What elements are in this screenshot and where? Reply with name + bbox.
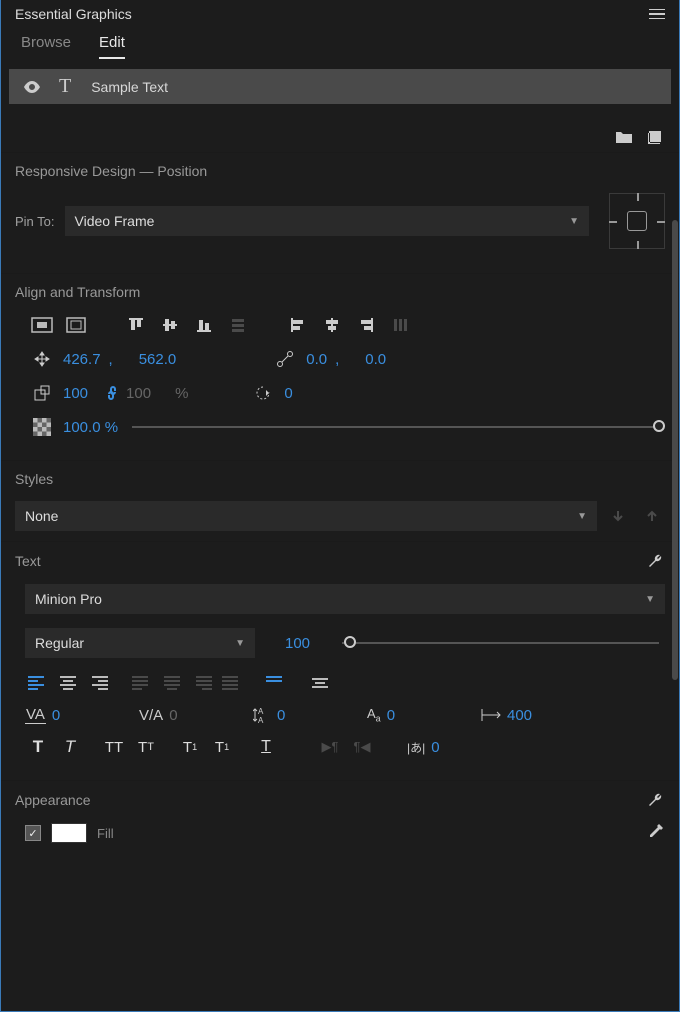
scale-y-value: 100 (126, 385, 151, 402)
chevron-down-icon: ▼ (577, 511, 587, 522)
baseline-icon: Aa (367, 706, 381, 724)
distribute-v-icon (225, 314, 251, 336)
align-left-icon[interactable] (285, 314, 311, 336)
chevron-down-icon: ▼ (235, 638, 245, 649)
kerning-icon: VA (25, 706, 46, 724)
styles-heading: Styles (15, 471, 665, 487)
font-weight-value: Regular (35, 635, 84, 651)
font-family-dropdown[interactable]: Minion Pro ▼ (25, 584, 665, 614)
opacity-slider[interactable] (132, 426, 659, 428)
wrench-icon[interactable] (647, 552, 665, 570)
tab-edit[interactable]: Edit (99, 28, 125, 59)
justify-all-icon (219, 672, 245, 694)
justify-last-right-icon (189, 672, 215, 694)
smallcaps-icon[interactable]: TT (133, 736, 159, 758)
new-folder-icon[interactable] (615, 130, 633, 144)
appearance-heading: Appearance (15, 792, 91, 808)
scale-icon (29, 382, 55, 404)
opacity-value[interactable]: 100.0 % (63, 419, 118, 436)
superscript-icon[interactable]: T1 (177, 736, 203, 758)
italic-icon[interactable]: T (57, 736, 83, 758)
text-heading: Text (15, 553, 41, 569)
justify-last-center-icon (159, 672, 185, 694)
percent-label: % (175, 385, 188, 402)
font-size-value[interactable]: 100 (285, 635, 310, 652)
position-y[interactable]: 562.0 (139, 351, 177, 368)
ltr-icon: ▶¶ (317, 736, 343, 758)
tsume2-value[interactable]: 0 (431, 739, 439, 756)
tsume2-icon: |あ| (407, 739, 425, 756)
svg-text:A: A (258, 707, 264, 716)
pin-to-value: Video Frame (75, 213, 155, 229)
anchor-y[interactable]: 0.0 (365, 351, 386, 368)
style-push-up-icon (639, 505, 665, 527)
position-icon (29, 348, 55, 370)
font-size-slider[interactable] (342, 642, 659, 644)
align-vmiddle-icon[interactable] (157, 314, 183, 336)
allcaps-icon[interactable]: TT (101, 736, 127, 758)
tracking-value[interactable]: 0 (169, 707, 177, 724)
tsume-value[interactable]: 400 (507, 707, 532, 724)
underline-icon[interactable]: T (253, 736, 279, 758)
fill-label: Fill (97, 826, 114, 841)
scrollbar[interactable] (672, 220, 678, 680)
distribute-h-icon (387, 314, 413, 336)
link-scale-icon[interactable] (106, 384, 118, 402)
anchor-x[interactable]: 0.0 (306, 351, 327, 368)
layer-name[interactable]: Sample Text (91, 79, 168, 95)
pin-to-label: Pin To: (15, 214, 55, 229)
panel-title: Essential Graphics (15, 6, 132, 22)
align-heading: Align and Transform (15, 284, 665, 300)
rotation-value[interactable]: 0 (284, 385, 292, 402)
new-layer-icon[interactable] (647, 130, 663, 144)
anchor-icon (272, 348, 298, 370)
align-top-icon[interactable] (123, 314, 149, 336)
tab-stops-icon[interactable] (307, 672, 333, 694)
responsive-heading: Responsive Design — Position (15, 163, 665, 179)
visibility-eye-icon[interactable] (23, 81, 39, 93)
layer-row[interactable]: T Sample Text (9, 69, 671, 104)
font-weight-dropdown[interactable]: Regular ▼ (25, 628, 255, 658)
kerning-value[interactable]: 0 (52, 707, 60, 724)
align-target-clip-icon[interactable] (29, 314, 55, 336)
align-hcenter-icon[interactable] (319, 314, 345, 336)
pin-target-widget[interactable] (609, 193, 665, 249)
tsume-icon (481, 708, 501, 722)
font-family-value: Minion Pro (35, 591, 102, 607)
leading-icon: AA (253, 706, 271, 724)
align-bottom-icon[interactable] (191, 314, 217, 336)
tracking-icon: V/A (139, 707, 163, 724)
position-x[interactable]: 426.7 (63, 351, 101, 368)
text-top-icon[interactable] (263, 672, 289, 694)
panel-menu-icon[interactable] (649, 9, 665, 20)
leading-value[interactable]: 0 (277, 707, 285, 724)
baseline-value[interactable]: 0 (387, 707, 395, 724)
rotation-icon (250, 382, 276, 404)
style-push-down-icon (605, 505, 631, 527)
wrench-icon[interactable] (647, 791, 665, 809)
rtl-icon: ¶◀ (349, 736, 375, 758)
pin-to-dropdown[interactable]: Video Frame ▼ (65, 206, 589, 236)
eyedropper-icon[interactable] (647, 824, 665, 842)
justify-last-left-icon (129, 672, 155, 694)
styles-dropdown[interactable]: None ▼ (15, 501, 597, 531)
bold-icon[interactable]: T (25, 736, 51, 758)
align-target-frame-icon[interactable] (63, 314, 89, 336)
fill-checkbox[interactable]: ✓ (25, 825, 41, 841)
chevron-down-icon: ▼ (569, 216, 579, 227)
opacity-icon (29, 416, 55, 438)
svg-text:A: A (258, 716, 264, 724)
text-layer-icon: T (59, 75, 71, 98)
tab-browse[interactable]: Browse (21, 28, 71, 59)
align-right-icon[interactable] (353, 314, 379, 336)
align-left-text-icon[interactable] (25, 672, 51, 694)
chevron-down-icon: ▼ (645, 594, 655, 605)
scale-value[interactable]: 100 (63, 385, 88, 402)
align-center-text-icon[interactable] (55, 672, 81, 694)
styles-value: None (25, 508, 58, 524)
fill-swatch[interactable] (51, 823, 87, 843)
subscript-icon[interactable]: T1 (209, 736, 235, 758)
align-right-text-icon[interactable] (85, 672, 111, 694)
